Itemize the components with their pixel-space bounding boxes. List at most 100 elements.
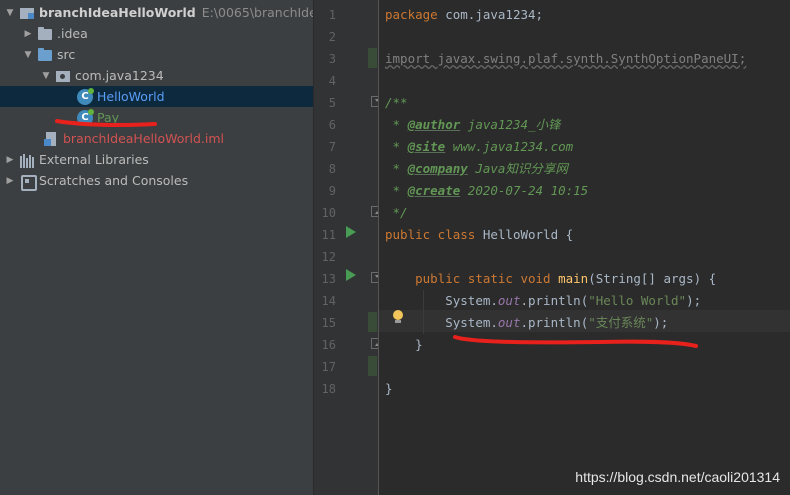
javadoc-value: Java知识分享网 bbox=[467, 161, 568, 176]
comment-prefix: * bbox=[385, 161, 408, 176]
class-ref: System. bbox=[445, 315, 498, 330]
package-name: com.java1234; bbox=[437, 7, 544, 22]
code-line-10: */ bbox=[385, 202, 408, 224]
iml-file-label: branchIdeaHelloWorld.iml bbox=[63, 131, 225, 146]
line-number: 5 bbox=[328, 96, 336, 110]
java-class-icon: C bbox=[77, 108, 94, 126]
chevron-right-icon[interactable]: ▶ bbox=[4, 155, 16, 165]
chevron-right-icon[interactable]: ▶ bbox=[22, 29, 34, 39]
line-number: 7 bbox=[328, 140, 336, 154]
tree-node-external-libraries[interactable]: ▶ External Libraries bbox=[0, 149, 313, 170]
chevron-down-icon[interactable]: ▼ bbox=[4, 8, 16, 18]
line-number: 17 bbox=[321, 360, 336, 374]
source-folder-icon bbox=[37, 47, 53, 63]
lightbulb-icon[interactable] bbox=[392, 310, 404, 324]
watermark-text: https://blog.csdn.net/caoli201314 bbox=[575, 469, 780, 485]
vcs-change-marker[interactable] bbox=[368, 312, 377, 332]
code-line-7: * @site www.java1234.com bbox=[385, 136, 574, 158]
line-number: 11 bbox=[321, 228, 336, 242]
line-number: 6 bbox=[328, 118, 336, 132]
pay-class-label: Pay bbox=[97, 110, 120, 125]
code-line-3: import javax.swing.plaf.synth.SynthOptio… bbox=[385, 48, 746, 70]
code-line-15: System.out.println("支付系统"); bbox=[385, 312, 668, 334]
project-tree-panel: ▼ branchIdeaHelloWorld E:\0065\branchIde… bbox=[0, 0, 313, 495]
scratches-label: Scratches and Consoles bbox=[39, 173, 189, 188]
javadoc-tag: @company bbox=[407, 161, 468, 176]
method-params: (String[] args) { bbox=[588, 271, 717, 286]
string-literal: "Hello World" bbox=[588, 293, 687, 308]
javadoc-tag: @site bbox=[407, 139, 446, 154]
helloworld-class-label: HelloWorld bbox=[97, 89, 165, 104]
tree-node-scratches[interactable]: ▶ Scratches and Consoles bbox=[0, 170, 313, 191]
call-end: ); bbox=[653, 315, 669, 330]
line-number: 10 bbox=[321, 206, 336, 220]
line-number: 13 bbox=[321, 272, 336, 286]
method-call: .println( bbox=[520, 293, 589, 308]
run-class-icon[interactable] bbox=[346, 226, 356, 238]
chevron-down-icon[interactable]: ▼ bbox=[40, 71, 52, 81]
idea-folder-label: .idea bbox=[57, 26, 88, 41]
code-line-6: * @author java1234_小锋 bbox=[385, 114, 561, 136]
method-name: main bbox=[558, 271, 589, 286]
doc-comment-end: */ bbox=[385, 205, 408, 220]
folder-icon bbox=[37, 26, 53, 42]
external-libraries-label: External Libraries bbox=[39, 152, 149, 167]
package-icon bbox=[55, 68, 71, 84]
scratches-icon bbox=[19, 173, 37, 191]
project-root-path: E:\0065\branchIdeaH bbox=[201, 5, 313, 20]
code-line-18: } bbox=[385, 378, 393, 400]
class-declaration: HelloWorld { bbox=[475, 227, 574, 242]
line-number: 16 bbox=[321, 338, 336, 352]
static-field: out bbox=[497, 293, 521, 308]
run-main-icon[interactable] bbox=[346, 269, 356, 281]
line-number: 15 bbox=[321, 316, 336, 330]
line-number: 9 bbox=[328, 184, 336, 198]
javadoc-value: www.java1234.com bbox=[445, 139, 574, 154]
iml-file-icon bbox=[43, 131, 59, 147]
tree-node-project-root[interactable]: ▼ branchIdeaHelloWorld E:\0065\branchIde… bbox=[0, 2, 313, 23]
tree-node-src[interactable]: ▼ src bbox=[0, 44, 313, 65]
closing-brace: } bbox=[385, 337, 423, 352]
keyword: public static void bbox=[415, 271, 551, 286]
module-folder-icon bbox=[19, 5, 35, 21]
javadoc-tag: @author bbox=[407, 117, 461, 132]
vcs-change-marker[interactable] bbox=[368, 356, 377, 376]
tree-node-pay[interactable]: C Pay bbox=[0, 107, 313, 128]
javadoc-tag: @create bbox=[407, 183, 461, 198]
code-line-9: * @create 2020-07-24 10:15 bbox=[385, 180, 589, 202]
class-ref: System. bbox=[445, 293, 498, 308]
chevron-down-icon[interactable]: ▼ bbox=[22, 50, 34, 60]
project-root-label: branchIdeaHelloWorld bbox=[39, 5, 196, 20]
code-line-8: * @company Java知识分享网 bbox=[385, 158, 568, 180]
unused-import: import javax.swing.plaf.synth.SynthOptio… bbox=[385, 51, 747, 66]
tree-node-idea[interactable]: ▶ .idea bbox=[0, 23, 313, 44]
package-label: com.java1234 bbox=[75, 68, 164, 83]
src-folder-label: src bbox=[57, 47, 76, 62]
line-number: 1 bbox=[328, 8, 336, 22]
tree-node-iml[interactable]: branchIdeaHelloWorld.iml bbox=[0, 128, 313, 149]
editor-gutter[interactable]: 1 2 3 4 5 6 7 8 9 10 11 12 13 14 15 16 1… bbox=[313, 0, 378, 495]
code-line-13: public static void main(String[] args) { bbox=[385, 268, 716, 290]
doc-comment-start: /** bbox=[385, 95, 408, 110]
keyword: package bbox=[385, 7, 438, 22]
vcs-change-marker[interactable] bbox=[368, 48, 377, 68]
line-number: 8 bbox=[328, 162, 336, 176]
static-field: out bbox=[497, 315, 521, 330]
keyword: public class bbox=[385, 227, 476, 242]
code-editor[interactable]: package com.java1234; import javax.swing… bbox=[379, 0, 790, 495]
comment-prefix: * bbox=[385, 139, 408, 154]
chevron-right-icon[interactable]: ▶ bbox=[4, 176, 16, 186]
tree-node-helloworld[interactable]: C HelloWorld bbox=[0, 86, 313, 107]
line-number: 12 bbox=[321, 250, 336, 264]
tree-node-package[interactable]: ▼ com.java1234 bbox=[0, 65, 313, 86]
line-number: 4 bbox=[328, 74, 336, 88]
code-line-5: /** bbox=[385, 92, 408, 114]
line-number: 2 bbox=[328, 30, 336, 44]
code-line-11: public class HelloWorld { bbox=[385, 224, 573, 246]
code-line-16: } bbox=[385, 334, 423, 356]
line-number: 14 bbox=[321, 294, 336, 308]
code-line-14: System.out.println("Hello World"); bbox=[385, 290, 701, 312]
